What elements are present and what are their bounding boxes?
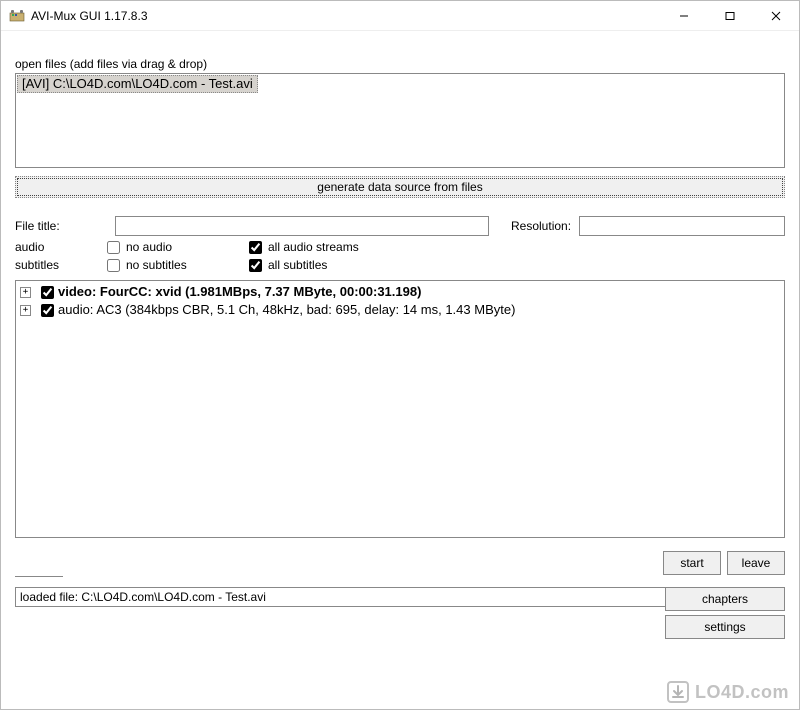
video-stream-checkbox[interactable]	[41, 286, 54, 299]
file-title-input[interactable]	[115, 216, 489, 236]
all-audio-streams-label: all audio streams	[268, 240, 359, 254]
titlebar: AVI-Mux GUI 1.17.8.3	[1, 1, 799, 31]
status-text: loaded file: C:\LO4D.com\LO4D.com - Test…	[20, 590, 266, 604]
video-stream-text: video: FourCC: xvid (1.981MBps, 7.37 MBy…	[58, 283, 421, 301]
window-controls	[661, 1, 799, 31]
settings-button[interactable]: settings	[665, 615, 785, 639]
minimize-button[interactable]	[661, 1, 707, 31]
open-files-list[interactable]: [AVI] C:\LO4D.com\LO4D.com - Test.avi	[15, 73, 785, 168]
no-subtitles-checkbox[interactable]	[107, 259, 120, 272]
no-audio-label: no audio	[126, 240, 172, 254]
download-icon	[667, 681, 689, 703]
leave-button[interactable]: leave	[727, 551, 785, 575]
generate-button[interactable]: generate data source from files	[15, 176, 785, 198]
tree-item-audio[interactable]: + audio: AC3 (384kbps CBR, 5.1 Ch, 48kHz…	[18, 301, 782, 319]
expand-icon[interactable]: +	[20, 287, 31, 298]
app-window: AVI-Mux GUI 1.17.8.3 open files (add fil…	[0, 0, 800, 710]
subtitles-label: subtitles	[15, 258, 107, 272]
start-button[interactable]: start	[663, 551, 721, 575]
all-subtitles-label: all subtitles	[268, 258, 327, 272]
file-item-path: C:\LO4D.com\LO4D.com - Test.avi	[53, 76, 253, 91]
all-subtitles-checkbox[interactable]	[249, 259, 262, 272]
app-icon	[9, 8, 25, 24]
stream-tree[interactable]: + video: FourCC: xvid (1.981MBps, 7.37 M…	[15, 280, 785, 538]
audio-stream-text: audio: AC3 (384kbps CBR, 5.1 Ch, 48kHz, …	[58, 301, 515, 319]
watermark-text: LO4D.com	[695, 682, 789, 703]
chapters-button[interactable]: chapters	[665, 587, 785, 611]
maximize-button[interactable]	[707, 1, 753, 31]
audio-label: audio	[15, 240, 107, 254]
resolution-input[interactable]	[579, 216, 785, 236]
tree-item-video[interactable]: + video: FourCC: xvid (1.981MBps, 7.37 M…	[18, 283, 782, 301]
audio-stream-checkbox[interactable]	[41, 304, 54, 317]
resolution-label: Resolution:	[511, 219, 571, 233]
close-button[interactable]	[753, 1, 799, 31]
expand-icon[interactable]: +	[20, 305, 31, 316]
content-area: open files (add files via drag & drop) […	[1, 31, 799, 709]
file-list-item[interactable]: [AVI] C:\LO4D.com\LO4D.com - Test.avi	[17, 75, 258, 93]
no-audio-checkbox[interactable]	[107, 241, 120, 254]
watermark: LO4D.com	[657, 675, 799, 709]
file-item-prefix: [AVI]	[22, 76, 49, 91]
no-subtitles-label: no subtitles	[126, 258, 187, 272]
file-title-label: File title:	[15, 219, 107, 233]
window-title: AVI-Mux GUI 1.17.8.3	[31, 9, 661, 23]
all-audio-streams-checkbox[interactable]	[249, 241, 262, 254]
side-buttons: chapters settings	[665, 587, 785, 639]
open-files-label: open files (add files via drag & drop)	[15, 57, 785, 71]
progress-indicator	[15, 574, 63, 577]
